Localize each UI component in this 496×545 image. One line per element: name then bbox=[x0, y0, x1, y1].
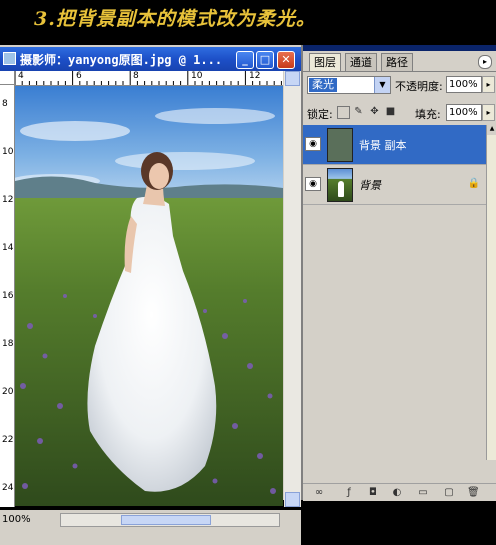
tutorial-banner: 3.把背景副本的模式改为柔光。 bbox=[0, 0, 496, 45]
layer-background[interactable]: ◉ 背景 🔒 bbox=[303, 165, 486, 205]
bride-photo bbox=[15, 86, 283, 506]
close-button[interactable]: ✕ bbox=[277, 51, 295, 69]
document-title: 摄影师：yanyong原图.jpg @ 1... bbox=[20, 53, 223, 67]
eye-icon[interactable]: ◉ bbox=[305, 137, 321, 151]
layer-mask-icon[interactable]: ◘ bbox=[367, 487, 379, 499]
ruler-v-label: 16 bbox=[2, 291, 14, 301]
blend-mode-value: 柔光 bbox=[309, 78, 337, 92]
layers-scrollbar[interactable]: ▲ bbox=[486, 125, 496, 460]
fill-field[interactable]: 100% bbox=[446, 104, 482, 121]
ruler-v-label: 10 bbox=[2, 147, 14, 157]
lock-label: 锁定: bbox=[307, 108, 333, 121]
ruler-h-label: 10 bbox=[191, 71, 203, 81]
adjustment-layer-icon[interactable]: ◐ bbox=[391, 487, 403, 499]
layer-background-copy[interactable]: ◉ 背景 副本 bbox=[303, 125, 486, 165]
image-canvas[interactable] bbox=[15, 86, 283, 506]
tab-paths[interactable]: 路径 bbox=[381, 53, 413, 71]
new-layer-icon[interactable]: ▢ bbox=[443, 487, 455, 499]
zoom-level[interactable]: 100% bbox=[2, 514, 31, 525]
eye-icon[interactable]: ◉ bbox=[305, 177, 321, 191]
horizontal-ruler[interactable]: 4 6 8 10 12 bbox=[15, 71, 283, 86]
status-bar: 100% bbox=[0, 510, 301, 545]
fill-arrow-icon[interactable]: ▸ bbox=[482, 104, 495, 121]
vertical-scrollbar[interactable] bbox=[284, 71, 301, 507]
panel-tabs: 图层 通道 路径 ▸ bbox=[303, 51, 496, 72]
tab-channels[interactable]: 通道 bbox=[345, 53, 377, 71]
fill-label: 填充: bbox=[415, 108, 441, 121]
layer-style-icon[interactable]: ƒ bbox=[343, 487, 355, 499]
lock-all-icon[interactable]: ■ bbox=[385, 106, 396, 117]
opacity-field[interactable]: 100% bbox=[446, 76, 482, 93]
banner-text: 3.把背景副本的模式改为柔光。 bbox=[34, 8, 316, 30]
maximize-icon: □ bbox=[259, 53, 271, 66]
horizontal-scroll-thumb[interactable] bbox=[121, 515, 211, 525]
layer-thumbnail bbox=[327, 168, 353, 202]
layer-thumbnail bbox=[327, 128, 353, 162]
document-title-bar[interactable]: 摄影师：yanyong原图.jpg @ 1... _ □ ✕ bbox=[0, 47, 301, 71]
lock-fill-row: 锁定: ✎ ✥ ■ 填充: 100% ▸ bbox=[303, 101, 496, 126]
lock-transparency-icon[interactable] bbox=[337, 106, 350, 119]
layer-name: 背景 副本 bbox=[359, 139, 407, 152]
layers-bottom-toolbar: ∞ ƒ ◘ ◐ ▭ ▢ 🗑 bbox=[303, 483, 496, 501]
ruler-h-label: 8 bbox=[133, 71, 139, 81]
ruler-origin[interactable] bbox=[0, 71, 15, 85]
new-group-icon[interactable]: ▭ bbox=[417, 487, 429, 499]
scroll-up-arrow[interactable] bbox=[285, 71, 300, 86]
blend-mode-select[interactable]: 柔光 ▼ bbox=[307, 76, 391, 94]
tab-layers[interactable]: 图层 bbox=[309, 53, 341, 71]
document-icon bbox=[3, 52, 16, 65]
blend-opacity-row: 柔光 ▼ 不透明度: 100% ▸ bbox=[303, 73, 496, 99]
layer-name: 背景 bbox=[359, 179, 381, 192]
link-layers-icon[interactable]: ∞ bbox=[313, 487, 325, 499]
horizontal-scrollbar[interactable] bbox=[60, 513, 280, 527]
scroll-up-arrow[interactable]: ▲ bbox=[487, 125, 496, 135]
ruler-v-label: 14 bbox=[2, 243, 14, 253]
ruler-h-label: 12 bbox=[249, 71, 261, 81]
ruler-v-label: 18 bbox=[2, 339, 14, 349]
panel-menu-icon[interactable]: ▸ bbox=[478, 55, 492, 69]
minimize-button[interactable]: _ bbox=[236, 51, 254, 69]
vertical-ruler[interactable]: 8 10 12 14 16 18 20 22 24 bbox=[0, 85, 15, 507]
ruler-v-label: 12 bbox=[2, 195, 14, 205]
ruler-h-label: 4 bbox=[18, 71, 24, 81]
maximize-button[interactable]: □ bbox=[256, 51, 274, 69]
ruler-v-label: 22 bbox=[2, 435, 14, 445]
close-icon: ✕ bbox=[281, 53, 291, 66]
layers-list: ◉ 背景 副本 ◉ 背景 🔒 bbox=[303, 125, 496, 460]
minimize-icon: _ bbox=[242, 53, 248, 66]
chevron-down-icon[interactable]: ▼ bbox=[374, 77, 390, 93]
ruler-v-label: 20 bbox=[2, 387, 14, 397]
opacity-arrow-icon[interactable]: ▸ bbox=[482, 76, 495, 93]
layers-panel: 图层 通道 路径 ▸ 柔光 ▼ 不透明度: 100% ▸ 锁定: ✎ ✥ ■ 填… bbox=[301, 45, 496, 501]
lock-move-icon[interactable]: ✥ bbox=[369, 106, 380, 117]
delete-layer-icon[interactable]: 🗑 bbox=[467, 487, 480, 499]
ruler-h-label: 6 bbox=[76, 71, 82, 81]
lock-icon: 🔒 bbox=[467, 178, 480, 189]
document-window: 摄影师：yanyong原图.jpg @ 1... _ □ ✕ 4 6 8 10 … bbox=[0, 45, 301, 545]
lock-brush-icon[interactable]: ✎ bbox=[353, 106, 364, 117]
opacity-label: 不透明度: bbox=[395, 80, 443, 93]
ruler-v-label: 24 bbox=[2, 483, 14, 493]
ruler-v-label: 8 bbox=[2, 99, 8, 109]
